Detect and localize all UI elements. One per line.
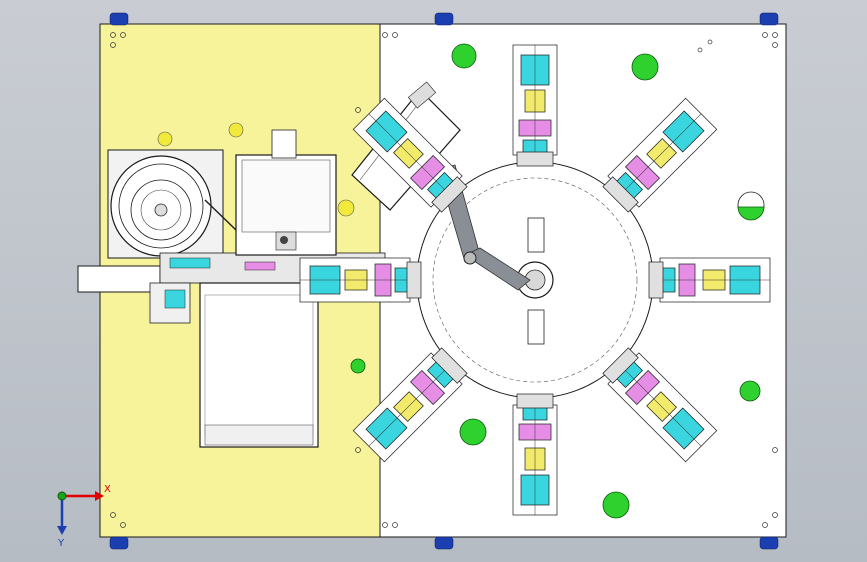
foot-bottom-2 [434,536,454,550]
foot-bottom-1 [109,536,129,550]
station-part [516,151,554,167]
green-hole [451,43,477,69]
assembly-station [299,257,422,303]
green-hole [602,491,630,519]
assembly-station [648,257,771,303]
green-hole [459,418,487,446]
collection-bin [199,282,319,448]
cad-viewport[interactable]: X Y [0,0,867,562]
station-part [516,393,554,409]
x-axis-label: X [104,484,111,495]
foot-bottom-3 [759,536,779,550]
origin-marker [57,491,67,501]
y-axis-label: Y [57,538,65,549]
green-hole [631,53,659,81]
green-hole [739,380,761,402]
assembly-station [512,44,558,167]
station-part [648,261,664,299]
foot-top-3 [759,12,779,26]
foot-top-1 [109,12,129,26]
assembly-station [512,393,558,516]
green-hole [350,358,366,374]
foot-top-2 [434,12,454,26]
bowl-feeder [107,149,237,259]
station-part [406,261,422,299]
bowl-center [154,203,168,217]
